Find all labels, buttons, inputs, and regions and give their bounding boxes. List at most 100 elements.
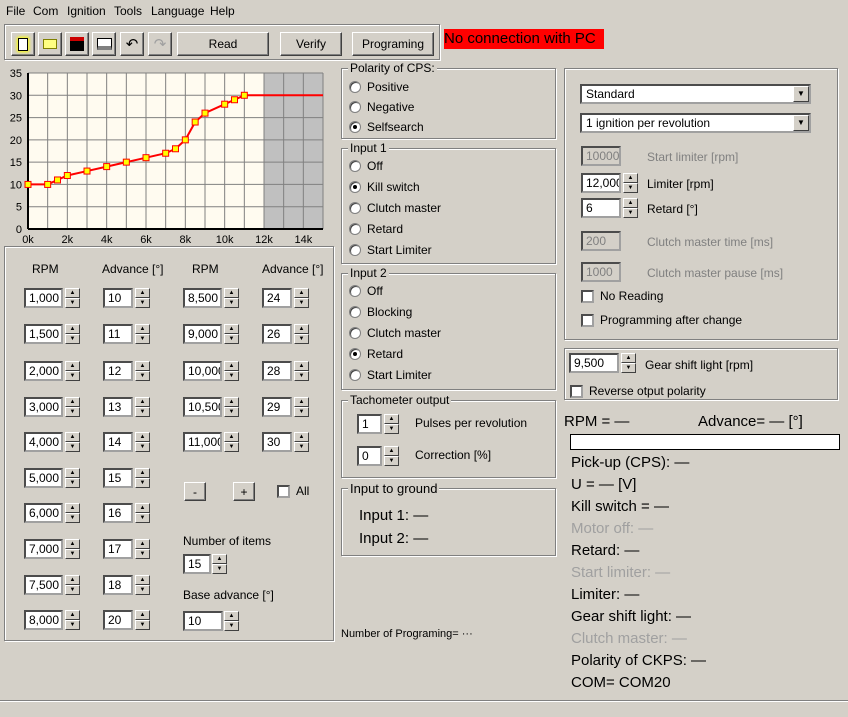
rpm-spinner[interactable]: ▲ ▼ <box>65 288 80 308</box>
rpm-spinner[interactable]: ▲ ▼ <box>65 361 80 381</box>
advance-spinner[interactable]: ▲ ▼ <box>294 432 309 452</box>
menu-tools[interactable]: Tools <box>114 4 142 18</box>
retard-input[interactable]: 6 <box>581 198 621 218</box>
chevron-down-icon[interactable]: ▼ <box>793 115 809 131</box>
advance-input[interactable]: 28 <box>262 361 292 381</box>
rpm-spinner[interactable]: ▲ ▼ <box>65 468 80 488</box>
menu-com[interactable]: Com <box>33 4 58 18</box>
correction-input[interactable]: 0 <box>357 446 382 466</box>
limiter-spinner[interactable]: ▲ ▼ <box>623 173 638 193</box>
rpm-spinner[interactable]: ▲ ▼ <box>224 432 239 452</box>
base-advance-input[interactable]: 10 <box>183 611 223 631</box>
menu-file[interactable]: File <box>6 4 25 18</box>
advance-spinner[interactable]: ▲ ▼ <box>135 575 150 595</box>
advance-input[interactable]: 10 <box>103 288 133 308</box>
advance-spinner[interactable]: ▲ ▼ <box>294 361 309 381</box>
advance-spinner[interactable]: ▲ ▼ <box>135 468 150 488</box>
advance-spinner[interactable]: ▲ ▼ <box>135 503 150 523</box>
gear-shift-spinner[interactable]: ▲ ▼ <box>621 353 636 373</box>
advance-input[interactable]: 30 <box>262 432 292 452</box>
advance-input[interactable]: 15 <box>103 468 133 488</box>
mode-select[interactable]: Standard ▼ <box>580 84 811 104</box>
advance-input[interactable]: 14 <box>103 432 133 452</box>
rpm-spinner[interactable]: ▲ ▼ <box>65 324 80 344</box>
advance-spinner[interactable]: ▲ ▼ <box>135 397 150 417</box>
rpm-input[interactable]: 9,000 <box>183 324 222 344</box>
input2-radio-clutch-master[interactable]: Clutch master <box>349 326 441 340</box>
correction-spinner[interactable]: ▲ ▼ <box>384 446 399 466</box>
limiter-input[interactable]: 12,000 <box>581 173 621 193</box>
rpm-input[interactable]: 6,000 <box>24 503 63 523</box>
chevron-down-icon[interactable]: ▼ <box>793 86 809 102</box>
advance-input[interactable]: 16 <box>103 503 133 523</box>
input2-radio-retard[interactable]: Retard <box>349 347 403 361</box>
polarity-radio-selfsearch[interactable]: Selfsearch <box>349 120 424 134</box>
rpm-spinner[interactable]: ▲ ▼ <box>65 432 80 452</box>
advance-spinner[interactable]: ▲ ▼ <box>294 397 309 417</box>
advance-spinner[interactable]: ▲ ▼ <box>135 610 150 630</box>
print-button[interactable] <box>92 32 116 56</box>
rpm-spinner[interactable]: ▲ ▼ <box>65 503 80 523</box>
input1-radio-clutch-master[interactable]: Clutch master <box>349 201 441 215</box>
rpm-spinner[interactable]: ▲ ▼ <box>65 575 80 595</box>
advance-input[interactable]: 29 <box>262 397 292 417</box>
advance-spinner[interactable]: ▲ ▼ <box>135 324 150 344</box>
input1-radio-retard[interactable]: Retard <box>349 222 403 236</box>
input2-radio-off[interactable]: Off <box>349 284 383 298</box>
rpm-spinner[interactable]: ▲ ▼ <box>224 288 239 308</box>
advance-spinner[interactable]: ▲ ▼ <box>135 539 150 559</box>
menu-help[interactable]: Help <box>210 4 235 18</box>
advance-spinner[interactable]: ▲ ▼ <box>294 324 309 344</box>
new-file-button[interactable] <box>11 32 35 56</box>
add-item-button[interactable]: + <box>233 482 255 501</box>
input1-radio-start-limiter[interactable]: Start Limiter <box>349 243 432 257</box>
polarity-radio-negative[interactable]: Negative <box>349 100 414 114</box>
programing-button[interactable]: Programing <box>352 32 434 56</box>
rpm-input[interactable]: 10,000 <box>183 361 222 381</box>
rpm-spinner[interactable]: ▲ ▼ <box>224 324 239 344</box>
advance-input[interactable]: 17 <box>103 539 133 559</box>
ignition-select[interactable]: 1 ignition per revolution ▼ <box>580 113 811 133</box>
number-of-items-input[interactable]: 15 <box>183 554 211 574</box>
reverse-polarity-checkbox[interactable]: Reverse otput polarity <box>570 384 706 398</box>
all-checkbox[interactable]: All <box>277 484 309 498</box>
advance-spinner[interactable]: ▲ ▼ <box>135 432 150 452</box>
programming-after-change-checkbox[interactable]: Programming after change <box>581 313 742 327</box>
menu-language[interactable]: Language <box>151 4 204 18</box>
rpm-input[interactable]: 8,000 <box>24 610 63 630</box>
rpm-input[interactable]: 11,000 <box>183 432 222 452</box>
input2-radio-start-limiter[interactable]: Start Limiter <box>349 368 432 382</box>
read-button[interactable]: Read <box>177 32 269 56</box>
pulses-input[interactable]: 1 <box>357 414 382 434</box>
verify-button[interactable]: Verify <box>280 32 342 56</box>
advance-spinner[interactable]: ▲ ▼ <box>135 288 150 308</box>
no-reading-checkbox[interactable]: No Reading <box>581 289 663 303</box>
open-button[interactable] <box>38 32 62 56</box>
rpm-input[interactable]: 1,000 <box>24 288 63 308</box>
advance-input[interactable]: 18 <box>103 575 133 595</box>
retard-spinner[interactable]: ▲ ▼ <box>623 198 638 218</box>
rpm-spinner[interactable]: ▲ ▼ <box>65 397 80 417</box>
number-of-items-spinner[interactable]: ▲ ▼ <box>212 554 227 574</box>
rpm-spinner[interactable]: ▲ ▼ <box>224 397 239 417</box>
rpm-input[interactable]: 10,500 <box>183 397 222 417</box>
save-button[interactable] <box>65 32 89 56</box>
advance-input[interactable]: 24 <box>262 288 292 308</box>
rpm-input[interactable]: 2,000 <box>24 361 63 381</box>
input2-radio-blocking[interactable]: Blocking <box>349 305 412 319</box>
remove-item-button[interactable]: - <box>184 482 206 501</box>
input1-radio-kill-switch[interactable]: Kill switch <box>349 180 420 194</box>
redo-button[interactable]: ↷ <box>148 32 172 56</box>
menu-ignition[interactable]: Ignition <box>67 4 106 18</box>
rpm-input[interactable]: 3,000 <box>24 397 63 417</box>
polarity-radio-positive[interactable]: Positive <box>349 80 409 94</box>
advance-spinner[interactable]: ▲ ▼ <box>294 288 309 308</box>
rpm-input[interactable]: 1,500 <box>24 324 63 344</box>
undo-button[interactable]: ↶ <box>120 32 144 56</box>
rpm-input[interactable]: 5,000 <box>24 468 63 488</box>
advance-input[interactable]: 11 <box>103 324 133 344</box>
advance-input[interactable]: 26 <box>262 324 292 344</box>
base-advance-spinner[interactable]: ▲ ▼ <box>224 611 239 631</box>
advance-input[interactable]: 12 <box>103 361 133 381</box>
advance-input[interactable]: 20 <box>103 610 133 630</box>
